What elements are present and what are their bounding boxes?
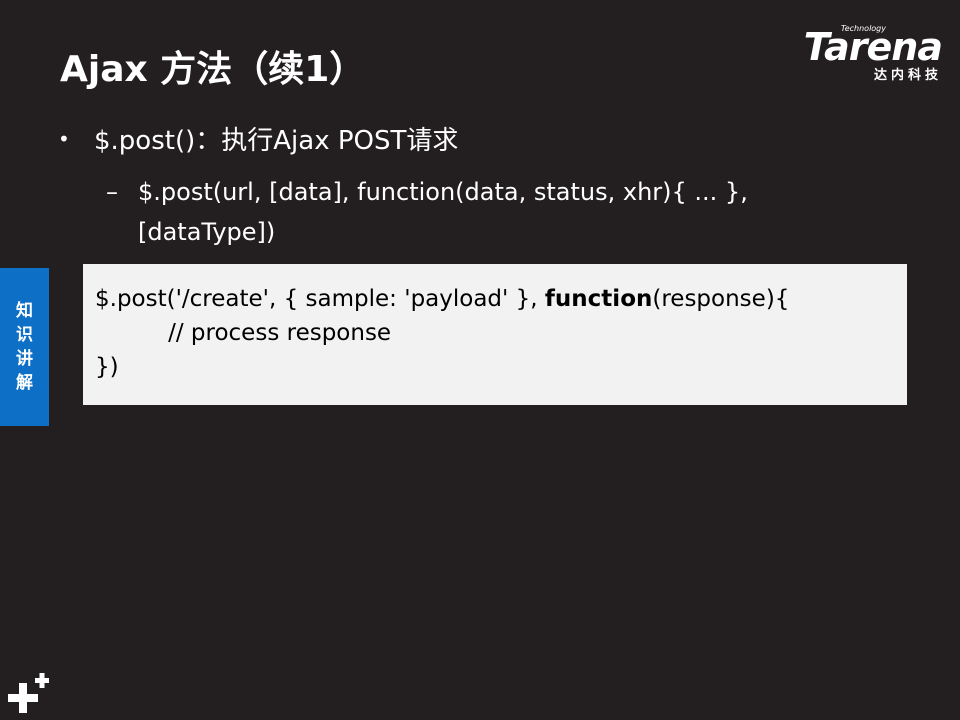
slide-title: Ajax 方法（续1） [60, 49, 366, 90]
code-line-3: }) [95, 354, 119, 380]
sub-bullet-dash: – [106, 178, 118, 206]
code-block: $.post('/create', { sample: 'payload' },… [83, 264, 907, 405]
tarena-logo: Technology Tarena 达内科技 [780, 24, 943, 84]
code-line-1: $.post('/create', { sample: 'payload' },… [95, 282, 907, 316]
side-tab-char: 知 [16, 301, 33, 321]
bullet-item: • $.post()：执行Ajax POST请求 [58, 120, 458, 157]
plus-plus-icon [8, 673, 49, 713]
logo-brand: Tarena [803, 25, 943, 69]
side-tab-knowledge: 知 识 讲 解 [0, 268, 49, 426]
sub-bullet-line1: $.post(url, [data], function(data, statu… [138, 178, 748, 206]
bullet-text: $.post()：执行Ajax POST请求 [94, 126, 459, 156]
code-keyword: function [544, 286, 653, 312]
logo-subtitle: 达内科技 [873, 68, 942, 83]
side-tab-char: 识 [16, 325, 33, 345]
sub-bullet-item: – $.post(url, [data], function(data, stat… [106, 172, 826, 252]
code-text: $.post('/create', { sample: 'payload' }, [95, 286, 545, 312]
side-tab-char: 讲 [16, 349, 33, 369]
sub-bullet-line2: [dataType]) [138, 218, 276, 246]
bullet-dot: • [58, 126, 70, 151]
side-tab-char: 解 [16, 373, 33, 393]
code-text: (response){ [652, 286, 790, 312]
code-line-2: // process response [95, 320, 392, 346]
